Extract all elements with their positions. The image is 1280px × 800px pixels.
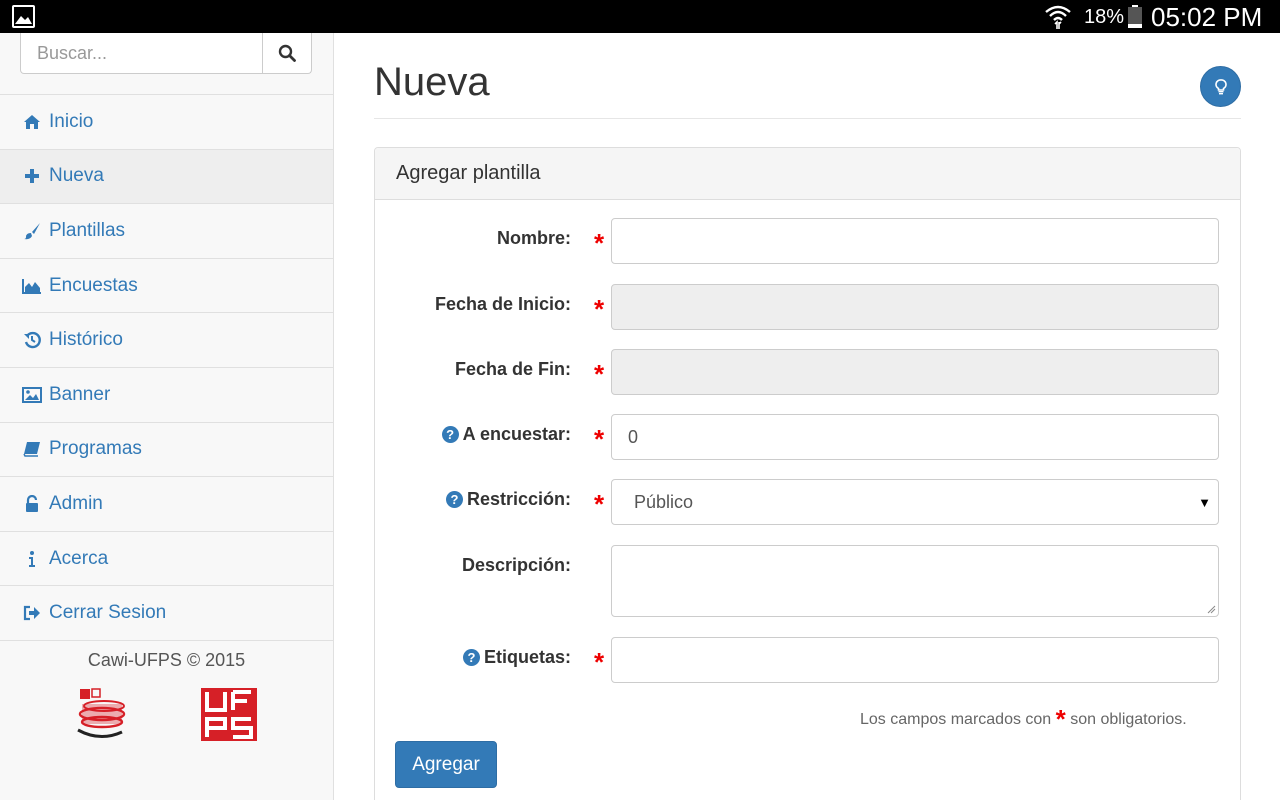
battery-icon	[1128, 5, 1142, 28]
required-star: *	[594, 647, 605, 677]
question-circle-icon[interactable]: ?	[462, 649, 480, 666]
required-star: *	[594, 228, 605, 258]
descripcion-textarea[interactable]	[611, 545, 1219, 617]
fecha-fin-input[interactable]	[611, 349, 1219, 395]
picture-icon	[22, 385, 42, 405]
sidebar-footer: Cawi-UFPS © 2015	[87, 650, 246, 670]
sidebar-item-label: Banner	[49, 383, 111, 405]
a-encuestar-label: ? A encuestar:	[441, 424, 571, 445]
sidebar-item-label: Histórico	[49, 329, 123, 351]
nombre-label: Nombre:	[496, 228, 571, 248]
sidebar-item-label: Inicio	[49, 110, 94, 132]
restriccion-selected-value: Público	[634, 491, 694, 512]
form-row-etiquetas: ? Etiquetas: *	[375, 637, 1241, 683]
ufps-logo	[201, 688, 257, 741]
nombre-input[interactable]	[611, 218, 1219, 264]
wifi-icon	[1045, 5, 1071, 29]
sidebar-item-label: Encuestas	[49, 274, 138, 296]
form-row-fecha-fin: Fecha de Fin: *	[375, 349, 1241, 395]
sidebar-item-cerrar-sesion[interactable]: Cerrar Sesion	[0, 586, 333, 641]
sidebar-item-inicio[interactable]: Inicio	[0, 95, 333, 150]
sidebar-item-encuestas[interactable]: Encuestas	[0, 259, 333, 314]
resize-grip-icon[interactable]	[1206, 604, 1216, 614]
unlock-icon	[22, 494, 42, 514]
fecha-inicio-label: Fecha de Inicio:	[434, 294, 571, 314]
sidebar-item-plantillas[interactable]: Plantillas	[0, 204, 333, 259]
panel-heading: Agregar plantilla	[375, 148, 1240, 200]
sidebar-item-label: Plantillas	[49, 219, 126, 241]
sidebar-item-nueva[interactable]: Nueva	[0, 149, 333, 205]
lightbulb-button[interactable]	[1200, 66, 1241, 107]
question-circle-icon[interactable]: ?	[441, 426, 459, 443]
required-star: *	[594, 424, 605, 454]
required-star: *	[594, 359, 605, 389]
book-icon	[22, 439, 42, 459]
gallery-icon	[12, 5, 35, 28]
sistemas-logo	[77, 688, 126, 738]
a-encuestar-input[interactable]: 0	[611, 414, 1219, 460]
lightbulb-icon	[1214, 78, 1227, 94]
sidebar-item-label: Nueva	[49, 165, 104, 187]
required-star: *	[594, 489, 605, 519]
sidebar-item-label: Cerrar Sesion	[49, 602, 167, 624]
fecha-inicio-input[interactable]	[611, 284, 1219, 330]
battery-percent: 18%	[1084, 6, 1125, 28]
restriccion-select[interactable]: Público ▼	[611, 479, 1219, 525]
required-star: *	[594, 294, 605, 324]
required-note: Los campos marcados con * son obligatori…	[860, 704, 1187, 734]
history-icon	[22, 330, 42, 350]
sidebar-item-label: Acerca	[49, 547, 109, 569]
sidebar-item-historico[interactable]: Histórico	[0, 313, 333, 368]
question-circle-icon[interactable]: ?	[445, 491, 463, 508]
form-row-descripcion: Descripción:	[375, 545, 1241, 617]
search-group	[20, 33, 312, 74]
sidebar: Inicio Nueva Plantillas Encuestas Histór…	[0, 33, 334, 800]
sidebar-item-programas[interactable]: Programas	[0, 423, 333, 478]
form-row-nombre: Nombre: *	[375, 218, 1241, 264]
required-star: *	[1055, 704, 1066, 734]
plus-icon	[22, 166, 42, 186]
sidebar-item-label: Programas	[49, 438, 142, 460]
caret-down-icon: ▼	[1198, 495, 1211, 510]
agregar-button[interactable]: Agregar	[395, 741, 497, 788]
home-icon	[22, 112, 42, 132]
sidebar-item-admin[interactable]: Admin	[0, 477, 333, 532]
brush-icon	[22, 221, 42, 241]
search-icon	[278, 44, 296, 62]
area-chart-icon	[22, 276, 42, 296]
sidebar-item-acerca[interactable]: Acerca	[0, 532, 333, 587]
sidebar-item-banner[interactable]: Banner	[0, 368, 333, 423]
etiquetas-label: ? Etiquetas:	[462, 647, 571, 668]
etiquetas-input[interactable]	[611, 637, 1219, 683]
fecha-fin-label: Fecha de Fin:	[454, 359, 571, 379]
sidebar-item-label: Admin	[49, 492, 103, 514]
page-title: Nueva	[374, 60, 490, 104]
form-row-fecha-inicio: Fecha de Inicio: *	[375, 284, 1241, 330]
descripcion-label: Descripción:	[461, 555, 571, 575]
title-divider	[374, 118, 1241, 119]
form-row-a-encuestar: ? A encuestar: * 0	[375, 414, 1241, 460]
info-icon	[22, 549, 42, 569]
status-bar: 18% 05:02 PM	[0, 0, 1280, 33]
clock: 05:02 PM	[1151, 2, 1263, 32]
search-button[interactable]	[262, 33, 312, 74]
form-row-restriccion: ? Restricción: * Público ▼	[375, 479, 1241, 525]
sidebar-nav: Inicio Nueva Plantillas Encuestas Histór…	[0, 94, 333, 641]
search-input[interactable]	[20, 33, 263, 74]
sign-out-icon	[22, 603, 42, 623]
restriccion-label: ? Restricción:	[445, 489, 571, 510]
